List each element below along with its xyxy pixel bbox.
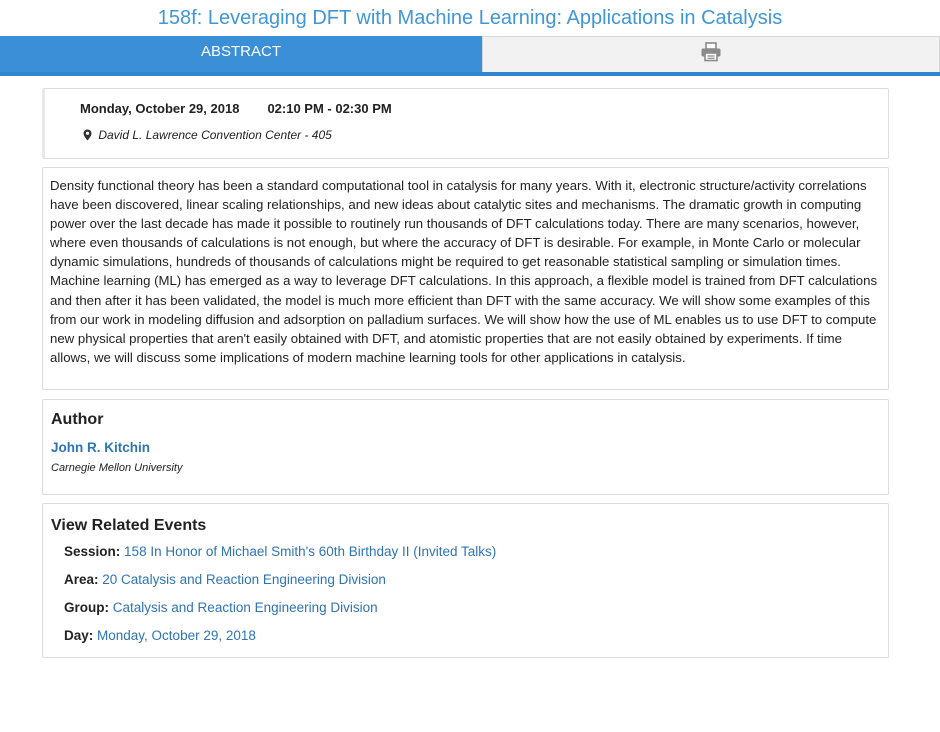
schedule-datetime: Monday, October 29, 2018 02:10 PM - 02:30…	[80, 101, 392, 116]
related-day-link[interactable]: Monday, October 29, 2018	[97, 628, 256, 643]
tab-bar: ABSTRACT	[0, 36, 940, 76]
schedule-date: Monday, October 29, 2018	[80, 101, 240, 116]
related-group-row: Group: Catalysis and Reaction Engineerin…	[64, 600, 378, 615]
schedule-time: 02:10 PM - 02:30 PM	[267, 101, 392, 116]
related-group-label: Group:	[64, 600, 109, 615]
map-marker-icon	[83, 128, 98, 142]
related-day-label: Day:	[64, 628, 94, 643]
abstract-panel: Density functional theory has been a sta…	[42, 167, 889, 390]
page-title: 158f: Leveraging DFT with Machine Learni…	[157, 7, 783, 29]
tab-abstract[interactable]: ABSTRACT	[0, 36, 482, 72]
related-group-link[interactable]: Catalysis and Reaction Engineering Divis…	[113, 600, 378, 615]
related-session-row: Session: 158 In Honor of Michael Smith's…	[64, 544, 496, 559]
abstract-text: Density functional theory has been a sta…	[50, 178, 878, 365]
related-day-row: Day: Monday, October 29, 2018	[64, 628, 256, 643]
author-name-link[interactable]: John R. Kitchin	[51, 440, 150, 455]
schedule-location: David L. Lawrence Convention Center - 40…	[83, 128, 332, 142]
printer-icon	[700, 42, 722, 67]
location-text: David L. Lawrence Convention Center - 40…	[98, 128, 332, 142]
related-events-heading: View Related Events	[51, 517, 207, 534]
related-area-link[interactable]: 20 Catalysis and Reaction Engineering Di…	[102, 572, 386, 587]
author-heading: Author	[51, 411, 104, 428]
schedule-panel: Monday, October 29, 2018 02:10 PM - 02:30…	[42, 88, 889, 159]
related-area-row: Area: 20 Catalysis and Reaction Engineer…	[64, 572, 386, 587]
related-session-label: Session:	[64, 544, 121, 559]
related-events-panel: View Related Events Session: 158 In Hono…	[42, 503, 889, 658]
related-area-label: Area:	[64, 572, 99, 587]
related-session-link[interactable]: 158 In Honor of Michael Smith's 60th Bir…	[124, 544, 496, 559]
author-panel: Author John R. Kitchin Carnegie Mellon U…	[42, 399, 889, 495]
print-button[interactable]	[482, 36, 940, 72]
author-affiliation: Carnegie Mellon University	[51, 462, 183, 474]
